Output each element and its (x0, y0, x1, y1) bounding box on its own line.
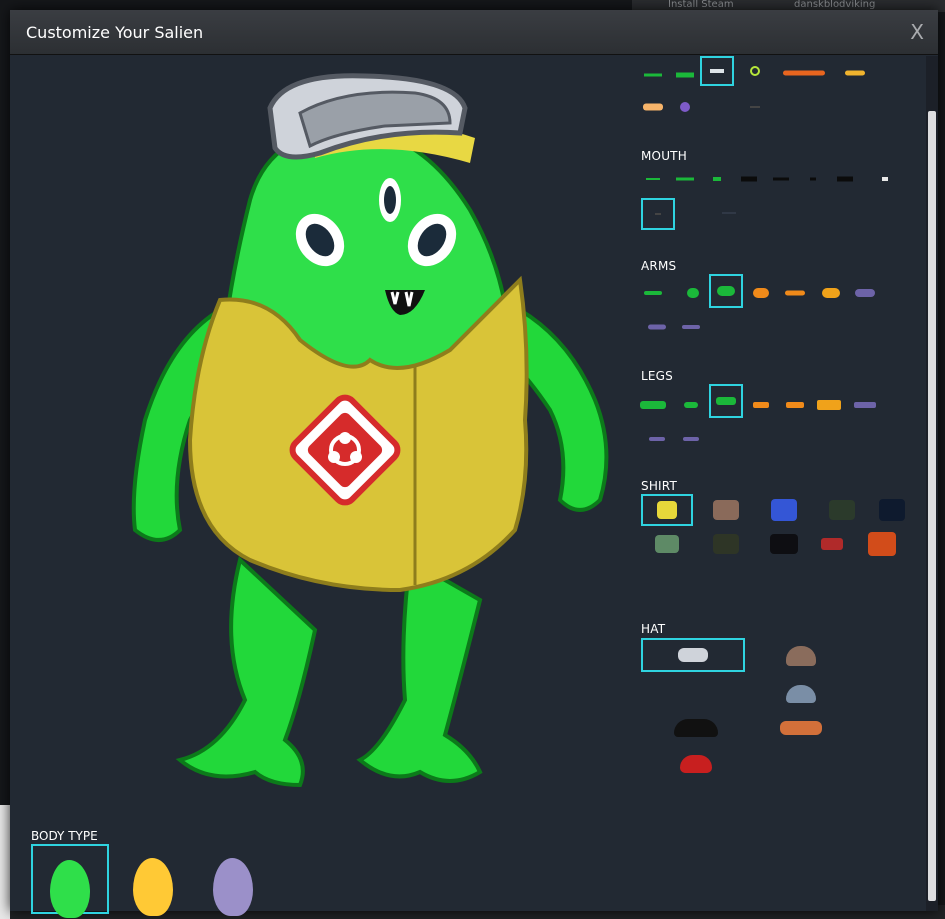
shirt-option-hazmat[interactable] (641, 494, 693, 526)
arms-option-4[interactable] (746, 282, 776, 304)
arms-label: ARMS (641, 259, 677, 273)
hat-option-6[interactable] (670, 748, 722, 780)
shirt-option-6[interactable] (641, 528, 693, 560)
install-steam-link[interactable]: Install Steam (668, 0, 734, 10)
shirt-option-10[interactable] (856, 528, 908, 560)
salien-preview (131, 73, 609, 788)
body-type-yellow[interactable] (114, 844, 192, 916)
mouth-label: MOUTH (641, 149, 687, 163)
legs-option-3[interactable] (709, 384, 743, 418)
arms-option-3[interactable] (709, 274, 743, 308)
page-left-edge (0, 805, 10, 919)
mouth-option-4[interactable] (734, 168, 764, 190)
arms-option-5[interactable] (780, 282, 810, 304)
legs-option-2[interactable] (676, 394, 706, 416)
mouth-option-10[interactable] (714, 202, 744, 224)
eyes-option-7[interactable] (638, 96, 668, 118)
shirt-option-4[interactable] (816, 494, 868, 526)
hat-label: HAT (641, 622, 666, 636)
mouth-option-7[interactable] (830, 168, 860, 190)
scrollbar-thumb[interactable] (928, 111, 936, 901)
shirt-option-2[interactable] (700, 494, 752, 526)
arms-option-2[interactable] (678, 282, 708, 304)
salien-legs (175, 556, 483, 788)
legs-option-7[interactable] (850, 394, 880, 416)
shirt-option-8[interactable] (758, 528, 810, 560)
eyes-option-1[interactable] (638, 64, 668, 86)
arms-option-1[interactable] (638, 282, 668, 304)
hat-option-5[interactable] (770, 712, 832, 744)
eyes-option-5[interactable] (774, 62, 834, 84)
customize-dialog: Customize Your Salien X MOUTH ARMS LEGS … (10, 10, 938, 918)
legs-option-5[interactable] (780, 394, 810, 416)
shirt-label: SHIRT (641, 479, 677, 493)
shirt-option-7[interactable] (700, 528, 752, 560)
arms-option-8[interactable] (642, 316, 672, 338)
shirt-option-5[interactable] (866, 494, 918, 526)
mouth-option-3[interactable] (702, 168, 732, 190)
hat-option-goggles[interactable] (641, 638, 745, 672)
hat-option-3[interactable] (775, 678, 827, 710)
shirt-option-9[interactable] (806, 528, 858, 560)
body-type-green[interactable] (31, 844, 109, 918)
eyes-option-2[interactable] (670, 64, 700, 86)
legs-option-6[interactable] (814, 394, 844, 416)
shirt-option-3[interactable] (758, 494, 810, 526)
arms-option-9[interactable] (676, 316, 706, 338)
body-type-label: BODY TYPE (31, 829, 98, 843)
legs-option-9[interactable] (676, 428, 706, 450)
eyes-option-6[interactable] (840, 62, 870, 84)
mouth-option-1[interactable] (638, 168, 668, 190)
account-menu[interactable]: danskblodviking (794, 0, 875, 10)
mouth-option-5[interactable] (766, 168, 796, 190)
hat-option-4[interactable] (670, 712, 722, 744)
dialog-title: Customize Your Salien (26, 23, 204, 42)
dialog-titlebar: Customize Your Salien X (10, 10, 938, 55)
body-type-purple[interactable] (194, 844, 272, 916)
mouth-option-6[interactable] (798, 168, 828, 190)
hat-option-2[interactable] (775, 640, 827, 672)
mouth-option-8[interactable] (870, 168, 900, 190)
close-button[interactable]: X (910, 20, 924, 44)
eyes-option-4[interactable] (740, 60, 770, 82)
arms-option-7[interactable] (850, 282, 880, 304)
eyes-option-8[interactable] (670, 96, 700, 118)
arms-option-6[interactable] (816, 282, 846, 304)
legs-option-4[interactable] (746, 394, 776, 416)
eyes-option-3[interactable] (700, 56, 734, 86)
eyes-option-9[interactable] (740, 96, 770, 118)
mouth-option-9[interactable] (641, 198, 675, 230)
options-scrollbar[interactable] (926, 56, 938, 911)
mouth-option-2[interactable] (670, 168, 700, 190)
customize-options-panel: MOUTH ARMS LEGS SHIRT HAT (630, 56, 920, 911)
legs-label: LEGS (641, 369, 673, 383)
legs-option-1[interactable] (638, 394, 668, 416)
legs-option-8[interactable] (642, 428, 672, 450)
